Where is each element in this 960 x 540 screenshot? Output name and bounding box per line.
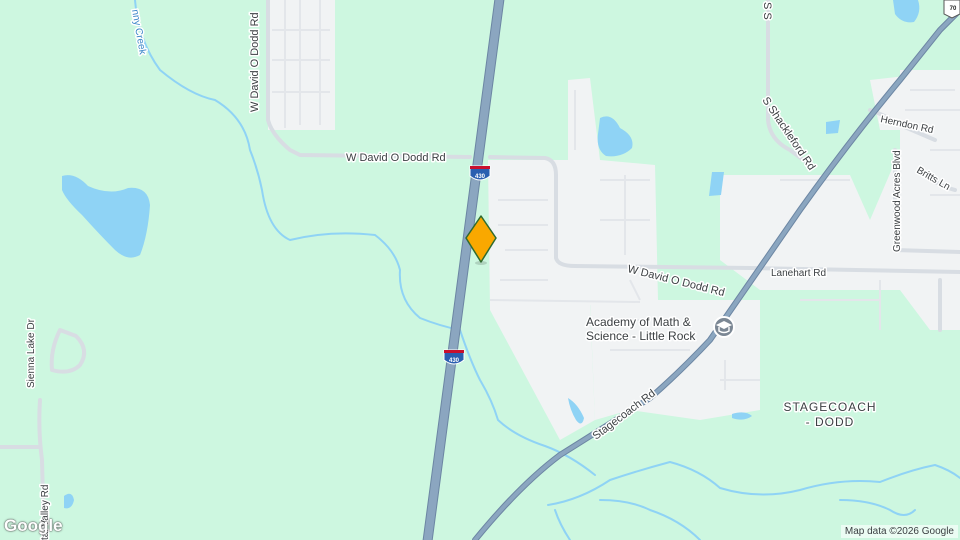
road-label-sienna-lake: Sienna Lake Dr [26, 318, 37, 388]
road-label-w-david-o-dodd-north: W David O Dodd Rd [249, 12, 261, 112]
area-label-line1: STAGECOACH [783, 400, 876, 414]
creek-label: nny Creek [129, 9, 148, 57]
area-label-line2: - DODD [806, 415, 855, 429]
map-attribution[interactable]: Map data ©2026 Google [840, 525, 958, 538]
road-label-w-david-o-dodd-west: W David O Dodd Rd [346, 152, 446, 164]
road-label-s-shackleford: S Shackleford Rd [760, 95, 818, 173]
i430-shield-upper-label: 430 [475, 174, 486, 180]
google-logo[interactable]: Google [4, 516, 63, 536]
i430-shield-lower-label: 430 [449, 358, 460, 364]
map-layer: 430 430 70 W David O Dodd Rd W David O D… [0, 0, 960, 540]
poi-label-line2: Science - Little Rock [586, 329, 696, 343]
us70-shield-label: 70 [950, 6, 957, 12]
school-icon [713, 316, 735, 338]
us70-shield: 70 [943, 0, 960, 19]
road-label-lanehart: Lanehart Rd [771, 268, 826, 279]
map-canvas[interactable]: 430 430 70 W David O Dodd Rd W David O D… [0, 0, 960, 540]
road-label-s-shackleford-top: S S [761, 2, 773, 20]
i430-shield-upper: 430 [469, 165, 491, 181]
poi-label-line1: Academy of Math & [586, 315, 691, 329]
i430-shield-lower: 430 [443, 349, 465, 365]
road-label-greenwood-acres: Greenwood Acres Blvd [892, 150, 903, 252]
